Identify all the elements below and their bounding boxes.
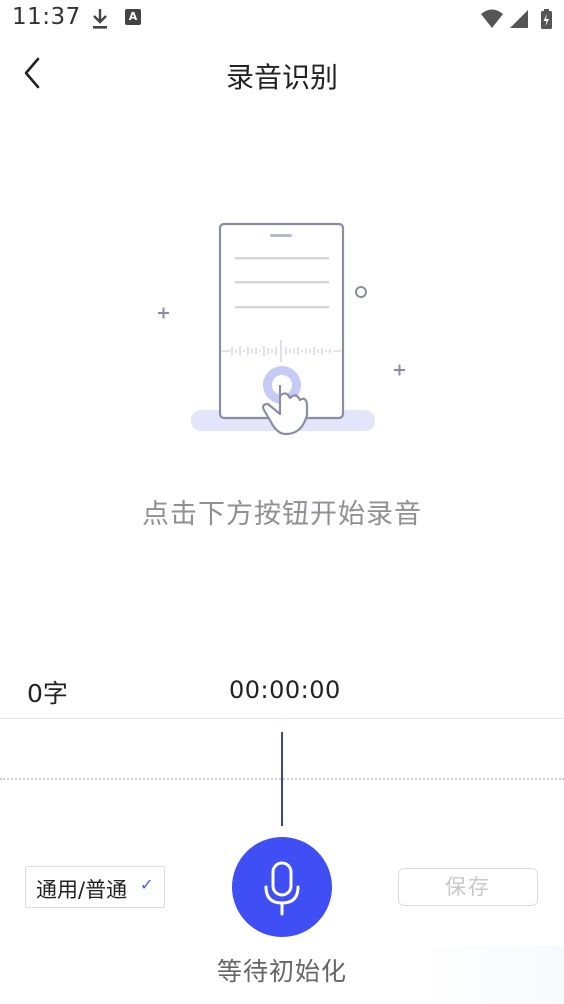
- phone-tap-illustration-icon: [140, 210, 430, 450]
- notification-badge-icon: A: [125, 9, 141, 25]
- divider: [0, 718, 564, 719]
- status-bar: 11:37 A: [0, 0, 564, 38]
- download-icon: [90, 6, 110, 36]
- dropdown-check-icon: ✓: [140, 875, 154, 894]
- battery-charging-icon: [541, 9, 552, 29]
- start-recording-hint: 点击下方按钮开始录音: [142, 499, 422, 530]
- language-select-label: 通用/普通: [36, 878, 128, 902]
- microphone-icon: [263, 861, 301, 921]
- status-time: 11:37: [12, 4, 81, 30]
- word-count: 0字: [27, 679, 68, 708]
- recording-timer: 00:00:00: [229, 676, 341, 704]
- status-icons: [480, 8, 556, 36]
- wifi-icon: [481, 9, 503, 28]
- playhead-line: [281, 732, 283, 826]
- page-title: 录音识别: [225, 61, 338, 94]
- record-button[interactable]: [232, 837, 332, 937]
- bottom-fade: [420, 946, 564, 1004]
- signal-icon: [510, 10, 528, 28]
- language-select[interactable]: 通用/普通 ✓: [25, 866, 165, 908]
- save-button[interactable]: 保存: [398, 868, 538, 906]
